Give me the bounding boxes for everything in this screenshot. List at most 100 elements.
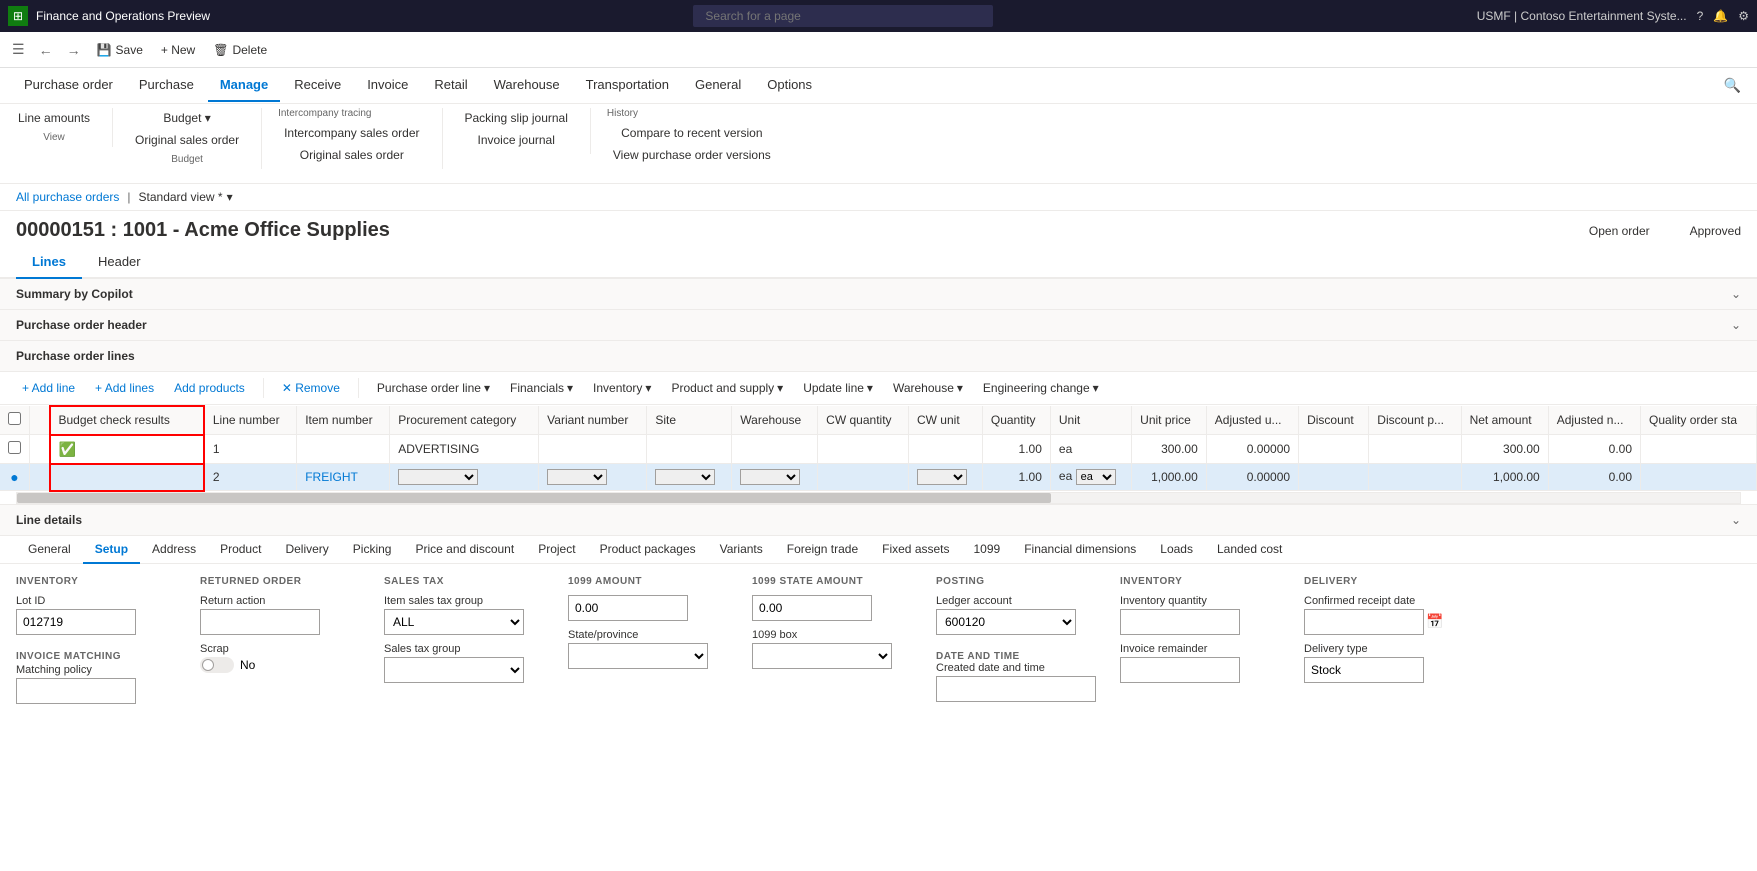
row1-type <box>30 435 50 464</box>
inventory-dropdown[interactable]: Inventory ▾ <box>587 378 657 398</box>
table-row[interactable]: ● 2 FREIGHT <box>0 464 1757 491</box>
select-all-checkbox[interactable] <box>8 412 21 425</box>
warehouse-dropdown[interactable]: Warehouse ▾ <box>887 378 969 398</box>
row2-site-select[interactable] <box>655 469 715 485</box>
delete-button[interactable]: 🗑 Delete <box>207 40 273 60</box>
packing-slip-journal-button[interactable]: Packing slip journal <box>459 108 574 128</box>
col-select-all[interactable] <box>0 406 30 435</box>
ld-tab-financial-dimensions[interactable]: Financial dimensions <box>1012 536 1148 564</box>
created-date-input[interactable] <box>936 676 1096 702</box>
ld-tab-delivery[interactable]: Delivery <box>273 536 340 564</box>
ld-tab-variants[interactable]: Variants <box>708 536 775 564</box>
remove-button[interactable]: ✕ Remove <box>276 378 346 398</box>
ld-tab-picking[interactable]: Picking <box>341 536 404 564</box>
tab-receive[interactable]: Receive <box>282 69 353 102</box>
1099-box-select[interactable] <box>752 643 892 669</box>
ld-tab-fixed-assets[interactable]: Fixed assets <box>870 536 961 564</box>
tab-header[interactable]: Header <box>82 246 157 279</box>
ld-tab-product-packages[interactable]: Product packages <box>588 536 708 564</box>
lot-id-input[interactable] <box>16 609 136 635</box>
compare-recent-version-button[interactable]: Compare to recent version <box>615 123 768 143</box>
new-button[interactable]: + New <box>155 40 201 60</box>
ld-tab-loads[interactable]: Loads <box>1148 536 1205 564</box>
tab-purchase[interactable]: Purchase <box>127 69 206 102</box>
search-ribbon-icon[interactable]: 🔍 <box>1720 73 1745 98</box>
product-and-supply-dropdown[interactable]: Product and supply ▾ <box>665 378 789 398</box>
save-button[interactable]: 💾 Save <box>91 40 149 60</box>
tab-manage[interactable]: Manage <box>208 69 280 102</box>
summary-copilot-section[interactable]: Summary by Copilot ⌄ <box>0 279 1757 310</box>
state-province-select[interactable] <box>568 643 708 669</box>
ld-tab-landed-cost[interactable]: Landed cost <box>1205 536 1294 564</box>
inventory-quantity-input[interactable] <box>1120 609 1240 635</box>
ld-tab-product[interactable]: Product <box>208 536 273 564</box>
settings-icon[interactable]: ⚙ <box>1738 9 1749 23</box>
add-products-button[interactable]: Add products <box>168 378 251 398</box>
row2-variant-select[interactable] <box>547 469 607 485</box>
return-action-input[interactable] <box>200 609 320 635</box>
confirmed-receipt-input[interactable] <box>1304 609 1424 635</box>
update-line-chevron-icon: ▾ <box>867 381 873 395</box>
help-icon[interactable]: ? <box>1697 9 1704 23</box>
engineering-change-dropdown[interactable]: Engineering change ▾ <box>977 378 1105 398</box>
financials-dropdown[interactable]: Financials ▾ <box>504 378 579 398</box>
line-details-section-header[interactable]: Line details ⌄ <box>0 505 1757 536</box>
scrap-toggle[interactable] <box>200 657 234 673</box>
row2-proc-cat-select[interactable] <box>398 469 478 485</box>
notification-icon[interactable]: 🔔 <box>1713 9 1728 23</box>
state-amount-group: 1099 state amount 1099 box <box>752 576 912 704</box>
ld-tab-setup[interactable]: Setup <box>83 536 140 564</box>
page-status: Open order Approved <box>1589 224 1741 238</box>
grid-horizontal-scrollbar[interactable] <box>16 492 1741 504</box>
tab-lines[interactable]: Lines <box>16 246 82 279</box>
tab-warehouse[interactable]: Warehouse <box>482 69 572 102</box>
calendar-icon[interactable]: 📅 <box>1426 613 1443 630</box>
hamburger-icon[interactable]: ☰ <box>8 37 29 62</box>
row1-checkbox[interactable] <box>8 441 21 454</box>
invoice-remainder-input[interactable] <box>1120 657 1240 683</box>
po-header-section[interactable]: Purchase order header ⌄ <box>0 310 1757 341</box>
amount1099-input[interactable] <box>568 595 688 621</box>
pol-toolbar: + Add line + Add lines Add products ✕ Re… <box>0 372 1757 405</box>
tab-purchase-order[interactable]: Purchase order <box>12 69 125 102</box>
add-line-button[interactable]: + Add line <box>16 378 81 398</box>
line-amounts-button[interactable]: Line amounts <box>12 108 96 128</box>
view-selector[interactable]: Standard view * ▾ <box>139 190 233 204</box>
ld-tab-1099[interactable]: 1099 <box>962 536 1013 564</box>
delivery-type-input[interactable] <box>1304 657 1424 683</box>
all-purchase-orders-link[interactable]: All purchase orders <box>16 190 119 204</box>
sales-tax-group-select[interactable] <box>384 657 524 683</box>
back-icon[interactable]: ← <box>35 38 57 62</box>
freight-link[interactable]: FREIGHT <box>305 470 358 484</box>
add-lines-button[interactable]: + Add lines <box>89 378 160 398</box>
row2-warehouse-select[interactable] <box>740 469 800 485</box>
update-line-dropdown[interactable]: Update line ▾ <box>797 378 879 398</box>
row2-cw-unit-select[interactable] <box>917 469 967 485</box>
purchase-order-line-dropdown[interactable]: Purchase order line ▾ <box>371 378 496 398</box>
tab-general[interactable]: General <box>683 69 753 102</box>
tab-options[interactable]: Options <box>755 69 824 102</box>
ld-tab-foreign-trade[interactable]: Foreign trade <box>775 536 870 564</box>
ld-tab-general[interactable]: General <box>16 536 83 564</box>
state-amount-input[interactable] <box>752 595 872 621</box>
forward-icon[interactable]: → <box>63 38 85 62</box>
row2-unit-select[interactable]: ea <box>1076 469 1116 485</box>
intercompany-sales-order-button[interactable]: Intercompany sales order <box>278 123 425 143</box>
ledger-account-select[interactable]: 600120 <box>936 609 1076 635</box>
tab-transportation[interactable]: Transportation <box>574 69 681 102</box>
global-search-input[interactable] <box>693 5 993 27</box>
ld-tab-project[interactable]: Project <box>526 536 587 564</box>
sales-tax-title: SALES TAX <box>384 576 544 587</box>
matching-policy-input[interactable] <box>16 678 136 704</box>
table-row[interactable]: ✅ 1 ADVERTISING 1.00 ea 300.00 0.0000 <box>0 435 1757 464</box>
view-po-versions-button[interactable]: View purchase order versions <box>607 145 777 165</box>
budget-dropdown-button[interactable]: Budget ▾ <box>157 108 216 128</box>
tab-invoice[interactable]: Invoice <box>355 69 420 102</box>
invoice-journal-button[interactable]: Invoice journal <box>472 130 561 150</box>
ld-tab-address[interactable]: Address <box>140 536 208 564</box>
original-sales-order2-button[interactable]: Original sales order <box>294 145 410 165</box>
tab-retail[interactable]: Retail <box>422 69 479 102</box>
ld-tab-price-discount[interactable]: Price and discount <box>403 536 526 564</box>
original-sales-order-button[interactable]: Original sales order <box>129 130 245 150</box>
item-sales-tax-select[interactable]: ALL <box>384 609 524 635</box>
